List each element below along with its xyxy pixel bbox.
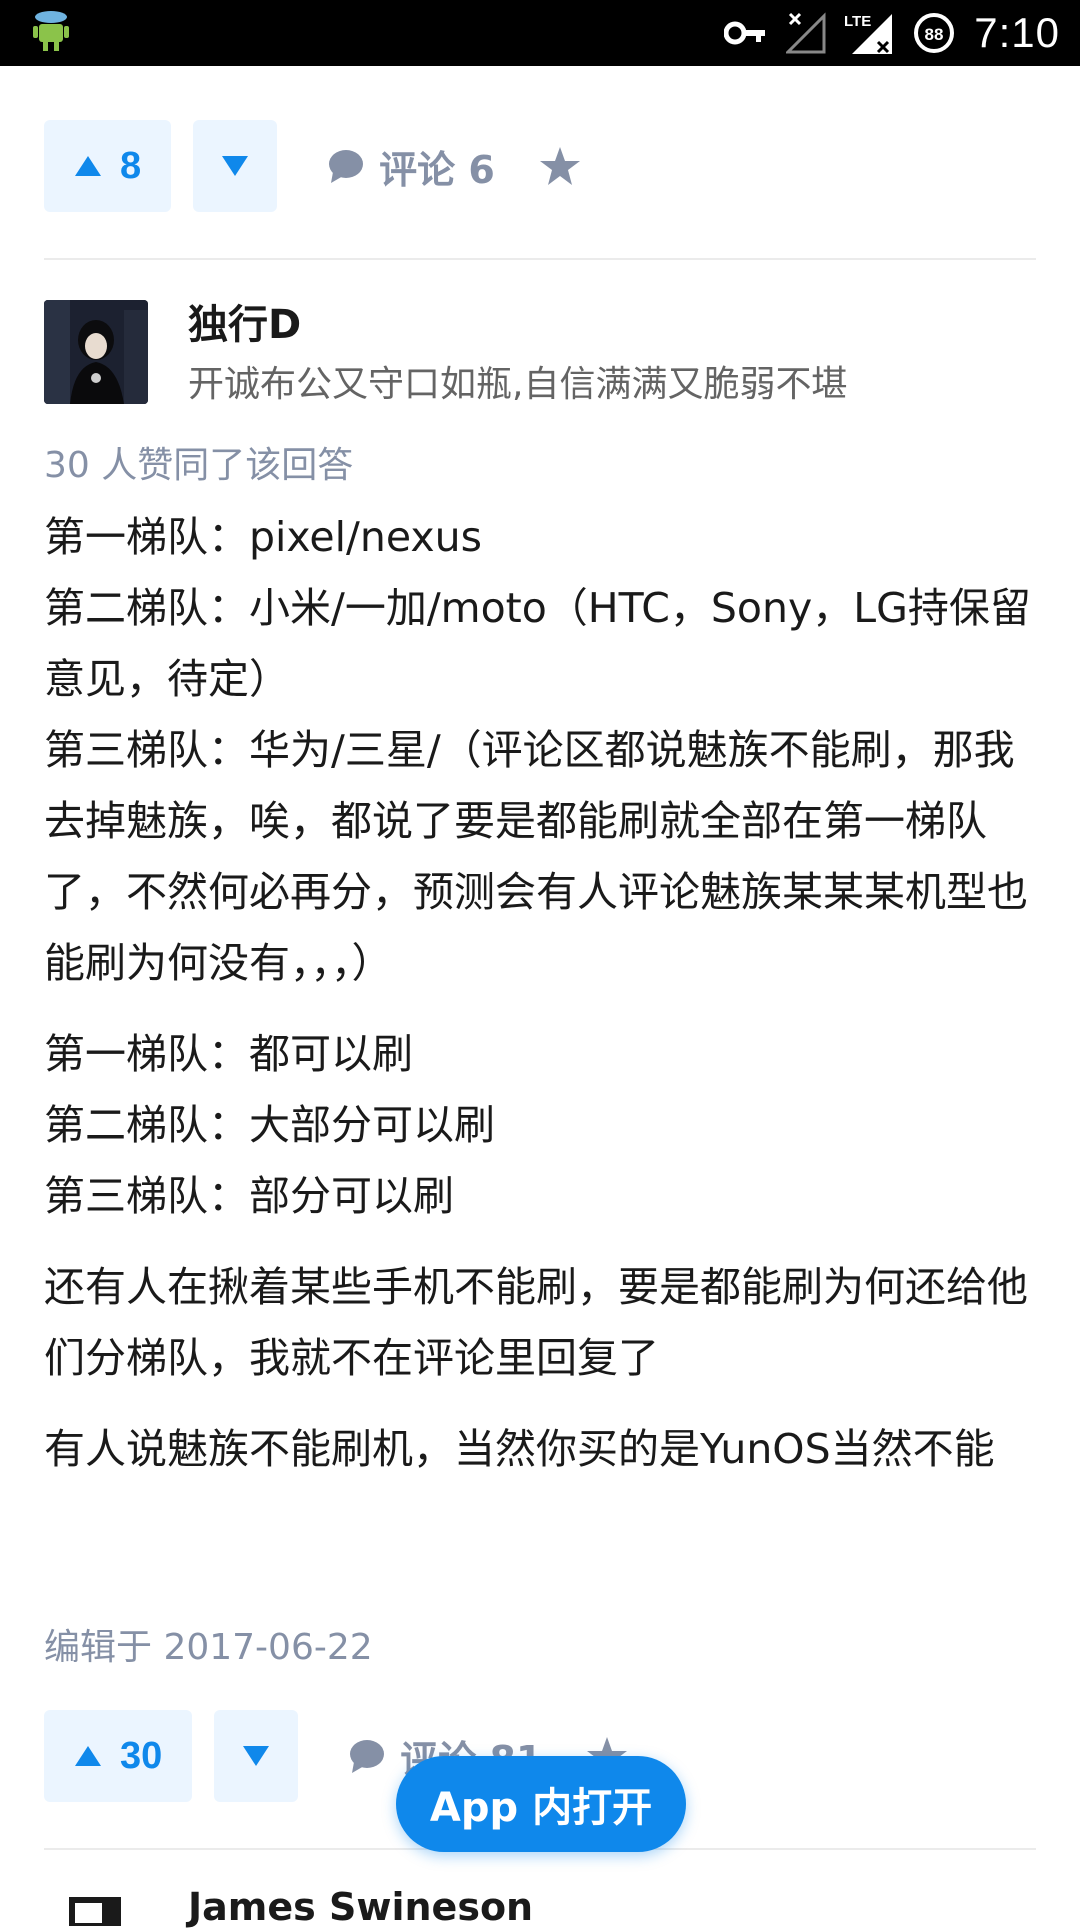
avatar[interactable] (44, 300, 148, 404)
battery-saver-icon: 88 (914, 13, 955, 53)
comment-button[interactable]: 评论 6 (327, 139, 495, 194)
text-line: 第二梯队：小米/一加/moto（HTC，Sony，LG持保留意见，待定） (44, 584, 1031, 703)
triangle-down-icon (222, 156, 249, 176)
author-bio: 开诚布公又守口如瓶,自信满满又脆弱不堪 (188, 364, 848, 405)
author-name[interactable]: 独行D (188, 292, 301, 350)
paragraph: 还有人在揪着某些手机不能刷，要是都能刷为何还给他们分梯队，我就不在评论里回复了 (44, 1252, 1040, 1394)
triangle-up-icon (75, 1746, 101, 1766)
triangle-down-icon (243, 1746, 270, 1766)
text-line: 还有人在揪着某些手机不能刷，要是都能刷为何还给他们分梯队，我就不在评论里回复了 (44, 1263, 1028, 1382)
text-line: 第三梯队：部分可以刷 (44, 1172, 454, 1220)
upvote-button[interactable]: 8 (44, 120, 172, 212)
next-author-avatar[interactable] (44, 1886, 148, 1926)
text-line: 第二梯队：大部分可以刷 (44, 1101, 495, 1149)
next-author-name[interactable]: James Swineson (188, 1885, 533, 1929)
comment-bubble-icon (329, 150, 364, 183)
open-in-app-button[interactable]: App 内打开 (396, 1756, 686, 1852)
text-line: 第一梯队：pixel/nexus (44, 513, 482, 561)
text-line: 有人说魅族不能刷机，当然你买的是YunOS当然不能 (44, 1425, 995, 1473)
upvote-count: 30 (120, 1734, 163, 1777)
upvote-button[interactable]: 30 (44, 1710, 193, 1802)
text-line: 第三梯队：华为/三星/（评论区都说魅族不能刷，那我去掉魅族，唉，都说了要是都能刷… (44, 726, 1028, 987)
status-bar: LTE 88 7:10 (0, 0, 1080, 66)
triangle-up-icon (75, 156, 101, 176)
paragraph: 有人说魅族不能刷机，当然你买的是YunOS当然不能 (44, 1414, 1040, 1485)
paragraph: 第一梯队：都可以刷 第二梯队：大部分可以刷 第三梯队：部分可以刷 (44, 1019, 1040, 1232)
comment-bubble-icon (350, 1740, 385, 1773)
svg-text:LTE: LTE (844, 13, 871, 30)
edited-date: 编辑于 2017-06-22 (44, 1627, 373, 1668)
favorite-button[interactable] (539, 146, 581, 186)
text-line: 第一梯队：都可以刷 (44, 1030, 413, 1078)
downvote-button[interactable] (214, 1710, 299, 1802)
clock: 7:10 (974, 9, 1060, 56)
vote-summary: 30 人赞同了该回答 (44, 445, 354, 486)
vpn-key-icon (724, 21, 766, 45)
android-debug-icon (33, 11, 69, 51)
prev-answer-actions: 8 评论 6 (44, 120, 581, 212)
divider (44, 258, 1036, 260)
downvote-button[interactable] (193, 120, 278, 212)
comment-label: 评论 6 (379, 147, 495, 192)
paragraph: 第一梯队：pixel/nexus 第二梯队：小米/一加/moto（HTC，Son… (44, 502, 1040, 999)
avatar-image (44, 300, 148, 404)
upvote-count: 8 (120, 144, 142, 187)
answer-content: 第一梯队：pixel/nexus 第二梯队：小米/一加/moto（HTC，Son… (44, 502, 1040, 1505)
signal-off-icon (786, 12, 826, 54)
star-icon (539, 147, 580, 185)
svg-text:88: 88 (925, 25, 944, 44)
lte-signal-icon: LTE (844, 13, 893, 54)
